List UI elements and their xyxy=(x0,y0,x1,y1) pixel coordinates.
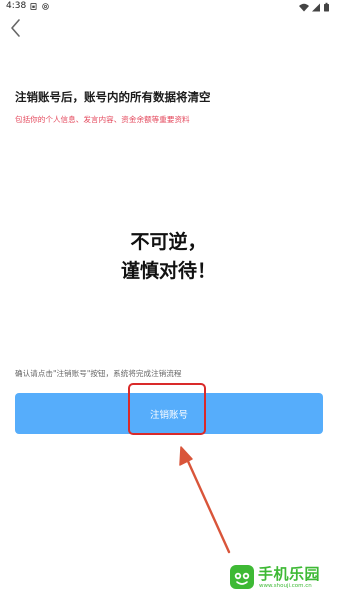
watermark-logo-icon xyxy=(230,565,254,589)
screen: 4:38 注销账号后，账号内的所有数据将清空 包括你的个人信息、发言内容、资金余… xyxy=(0,0,337,600)
watermark: 手机乐园 www.shouji.com.cn xyxy=(228,560,332,596)
watermark-url: www.shouji.com.cn xyxy=(259,583,312,589)
watermark-name: 手机乐园 xyxy=(258,565,321,583)
annotation-arrow xyxy=(179,446,231,554)
